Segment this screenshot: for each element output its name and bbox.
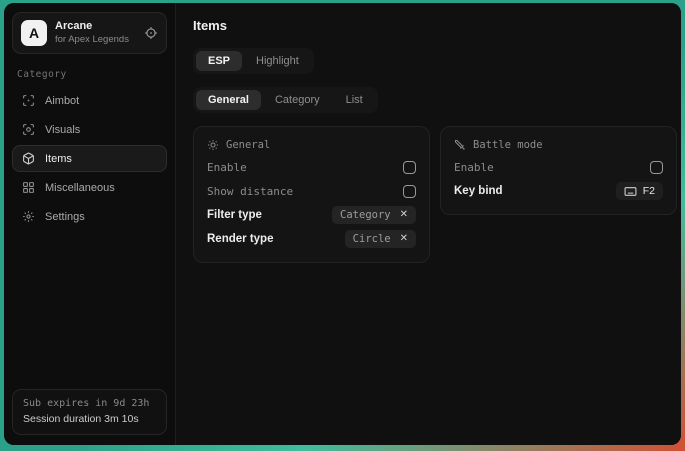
render-type-select[interactable]: Circle ✕ — [345, 230, 416, 248]
tab-esp[interactable]: ESP — [196, 51, 242, 71]
keybind-button[interactable]: F2 — [616, 182, 663, 200]
setting-row-filter-type: Filter type Category ✕ — [207, 203, 416, 227]
tab-category[interactable]: Category — [263, 90, 332, 110]
sub-expires-text: Sub expires in 9d 23h — [23, 398, 156, 409]
general-panel: General Enable Show distance Filter type… — [193, 126, 430, 263]
sidebar-item-items[interactable]: Items — [12, 145, 167, 172]
panel-title: General — [226, 139, 270, 151]
app-subtitle: for Apex Legends — [55, 34, 136, 46]
setting-row-key-bind: Key bind F2 — [454, 179, 663, 203]
tab-list[interactable]: List — [334, 90, 375, 110]
setting-label: Enable — [207, 161, 247, 174]
crosshair-target-icon[interactable] — [144, 26, 158, 40]
page-title: Items — [193, 18, 677, 33]
tab-general[interactable]: General — [196, 90, 261, 110]
brand-text: Arcane for Apex Legends — [55, 20, 136, 46]
selected-value: Circle — [353, 233, 391, 245]
close-icon[interactable]: ✕ — [400, 234, 408, 244]
show-distance-checkbox[interactable] — [403, 185, 416, 198]
sidebar-nav: Aimbot Visuals Items — [12, 87, 167, 230]
mode-tabs: ESP Highlight — [193, 48, 314, 74]
gear-icon — [22, 210, 35, 223]
setting-label: Show distance — [207, 185, 293, 198]
sidebar-item-label: Miscellaneous — [45, 182, 115, 194]
setting-label: Filter type — [207, 209, 262, 221]
sidebar-item-label: Settings — [45, 211, 85, 223]
setting-label: Render type — [207, 233, 273, 245]
grid-icon — [22, 181, 35, 194]
panel-title: Battle mode — [473, 139, 543, 151]
sidebar-item-settings[interactable]: Settings — [12, 203, 167, 230]
close-icon[interactable]: ✕ — [400, 210, 408, 220]
sidebar-item-label: Aimbot — [45, 95, 79, 107]
panels-row: General Enable Show distance Filter type… — [193, 126, 677, 263]
eye-icon — [22, 123, 35, 136]
sidebar-item-miscellaneous[interactable]: Miscellaneous — [12, 174, 167, 201]
sub-tabs: General Category List — [193, 87, 378, 113]
sun-icon — [207, 139, 219, 151]
sidebar-item-visuals[interactable]: Visuals — [12, 116, 167, 143]
setting-row-show-distance: Show distance — [207, 179, 416, 203]
app-logo: A — [21, 20, 47, 46]
selected-value: Category — [340, 209, 391, 221]
category-section-label: Category — [17, 69, 162, 80]
battle-enable-checkbox[interactable] — [650, 161, 663, 174]
battle-mode-panel-header: Battle mode — [454, 137, 663, 155]
app-window: A Arcane for Apex Legends Category — [4, 3, 681, 445]
sidebar-item-label: Items — [45, 153, 72, 165]
filter-type-select[interactable]: Category ✕ — [332, 206, 416, 224]
app-name: Arcane — [55, 20, 136, 34]
general-panel-header: General — [207, 137, 416, 155]
setting-label: Key bind — [454, 185, 503, 197]
sidebar-item-label: Visuals — [45, 124, 80, 136]
session-duration-text: Session duration 3m 10s — [23, 413, 156, 425]
brand-card: A Arcane for Apex Legends — [12, 12, 167, 54]
sword-icon — [454, 139, 466, 151]
keyboard-icon — [624, 186, 637, 197]
keybind-value: F2 — [643, 185, 655, 197]
setting-row-enable: Enable — [207, 155, 416, 179]
crosshair-icon — [22, 94, 35, 107]
setting-row-render-type: Render type Circle ✕ — [207, 227, 416, 251]
battle-mode-panel: Battle mode Enable Key bind — [440, 126, 677, 215]
main-content: Items ESP Highlight General Category Lis… — [176, 3, 681, 445]
tab-highlight[interactable]: Highlight — [244, 51, 311, 71]
box-icon — [22, 152, 35, 165]
setting-row-enable: Enable — [454, 155, 663, 179]
sidebar: A Arcane for Apex Legends Category — [4, 3, 176, 445]
setting-label: Enable — [454, 161, 494, 174]
subscription-info-card: Sub expires in 9d 23h Session duration 3… — [12, 389, 167, 435]
enable-checkbox[interactable] — [403, 161, 416, 174]
sidebar-item-aimbot[interactable]: Aimbot — [12, 87, 167, 114]
